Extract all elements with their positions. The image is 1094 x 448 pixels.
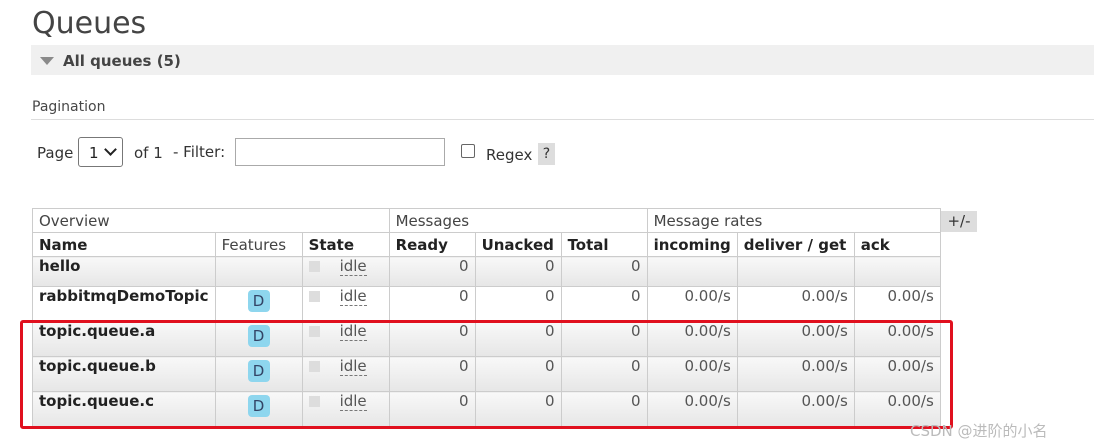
column-header-ready[interactable]: Ready xyxy=(388,232,476,257)
message-rates-group-header: Message rates xyxy=(646,208,941,233)
features-cell: D xyxy=(214,286,303,322)
incoming-rate xyxy=(646,256,738,287)
deliver-get-rate: 0.00/s xyxy=(736,286,855,322)
column-header-deliver-get[interactable]: deliver / get xyxy=(736,232,855,257)
column-header-ack[interactable]: ack xyxy=(853,232,941,257)
deliver-get-rate xyxy=(736,256,855,287)
overview-group-header: Overview xyxy=(32,208,390,233)
column-header-unacked[interactable]: Unacked xyxy=(474,232,562,257)
column-header-state[interactable]: State xyxy=(301,232,390,257)
incoming-rate: 0.00/s xyxy=(646,286,738,322)
highlight-box xyxy=(20,320,953,429)
page-title: Queues xyxy=(32,6,147,41)
state-text: idle xyxy=(339,287,367,306)
filter-label: - Filter: xyxy=(173,143,226,161)
watermark: CSDN @进阶的小名 xyxy=(910,422,1048,440)
column-header-name[interactable]: Name xyxy=(32,232,216,257)
total-count: 0 xyxy=(560,256,648,287)
queue-name-link[interactable]: rabbitmqDemoTopic xyxy=(32,286,216,322)
unacked-count: 0 xyxy=(474,286,562,322)
page-select-value: 1 xyxy=(89,144,99,162)
chevron-down-icon xyxy=(104,143,117,156)
state-cell: idle xyxy=(301,256,390,287)
pagination-title: Pagination xyxy=(32,99,106,115)
durable-badge: D xyxy=(247,290,270,312)
features-cell xyxy=(214,256,303,287)
messages-group-header: Messages xyxy=(388,208,648,233)
regex-help-button[interactable]: ? xyxy=(538,143,555,165)
regex-checkbox[interactable] xyxy=(461,144,475,158)
page-label: Page xyxy=(37,144,74,162)
table-row: rabbitmqDemoTopic D idle 0 0 0 0.00/s 0.… xyxy=(32,286,941,322)
filter-input[interactable] xyxy=(235,138,445,166)
state-cell: idle xyxy=(301,286,390,322)
pagination-divider xyxy=(31,119,1094,120)
ack-rate: 0.00/s xyxy=(853,286,941,322)
column-header-incoming[interactable]: incoming xyxy=(646,232,738,257)
all-queues-label: All queues (5) xyxy=(63,52,181,70)
state-indicator-icon xyxy=(308,261,320,272)
collapse-triangle-icon xyxy=(40,57,54,65)
state-indicator-icon xyxy=(308,291,320,302)
state-text: idle xyxy=(339,257,367,276)
page-count-label: of 1 xyxy=(134,144,163,162)
unacked-count: 0 xyxy=(474,256,562,287)
regex-label: Regex xyxy=(486,146,533,164)
column-header-features: Features xyxy=(214,232,303,257)
queue-name-link[interactable]: hello xyxy=(32,256,216,287)
table-row: hello idle 0 0 0 xyxy=(32,256,941,287)
ack-rate xyxy=(853,256,941,287)
ready-count: 0 xyxy=(388,256,476,287)
all-queues-section-toggle[interactable]: All queues (5) xyxy=(31,45,1094,75)
column-header-total[interactable]: Total xyxy=(560,232,648,257)
column-toggle-button[interactable]: +/- xyxy=(941,211,977,232)
page-select[interactable]: 1 xyxy=(78,137,123,167)
total-count: 0 xyxy=(560,286,648,322)
ready-count: 0 xyxy=(388,286,476,322)
